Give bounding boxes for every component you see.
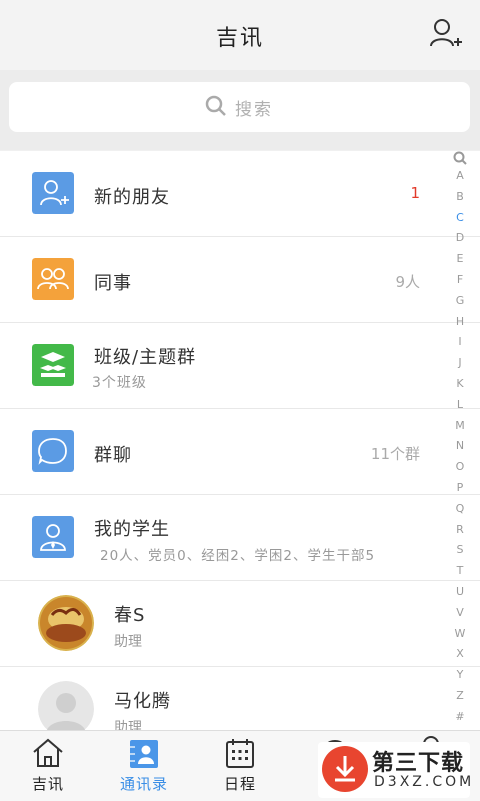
search-area: 搜索	[0, 70, 480, 150]
tab-home-label: 吉讯	[31, 775, 64, 793]
search-input[interactable]: 搜索	[9, 82, 470, 132]
index-letter[interactable]: G	[452, 291, 468, 312]
index-letter[interactable]: B	[452, 187, 468, 208]
index-letter[interactable]: V	[452, 603, 468, 624]
watermark-url: D3XZ.COM	[374, 774, 475, 790]
index-letter[interactable]: H	[452, 312, 468, 333]
index-letter[interactable]: W	[452, 624, 468, 645]
watermark-title: 第三下载	[372, 751, 465, 776]
tab-calendar-label: 日程	[223, 775, 256, 793]
page-title: 吉讯	[215, 26, 264, 51]
index-letter[interactable]: P	[452, 478, 468, 499]
class-group-row[interactable]: 班级/主题群 3个班级	[0, 323, 480, 409]
index-letter[interactable]: N	[452, 436, 468, 457]
index-letter[interactable]: C	[452, 208, 468, 229]
search-placeholder: 搜索	[235, 100, 273, 120]
class-group-label: 班级/主题群	[94, 347, 197, 368]
index-letter[interactable]: Y	[452, 665, 468, 686]
contact-role: 助理	[114, 720, 142, 730]
new-friend-icon	[32, 172, 74, 214]
contact-role: 助理	[114, 634, 142, 650]
my-students-label: 我的学生	[94, 519, 170, 540]
my-students-row[interactable]: 我的学生 20人、党员0、经困2、学困2、学生干部5	[0, 495, 480, 581]
title-bar: 吉讯	[0, 0, 480, 70]
index-letter[interactable]: S	[452, 540, 468, 561]
new-friends-row[interactable]: 新的朋友 1	[0, 151, 480, 237]
contact-name: 马化腾	[114, 691, 171, 712]
colleagues-count: 9人	[395, 273, 420, 291]
colleagues-row[interactable]: 同事 9人	[0, 237, 480, 323]
student-icon	[32, 516, 74, 558]
index-letter[interactable]: I	[452, 332, 468, 353]
index-letter[interactable]: #	[452, 707, 468, 728]
group-chat-icon	[32, 430, 74, 472]
tab-home[interactable]: 吉讯	[0, 731, 96, 801]
class-group-subtitle: 3个班级	[92, 375, 147, 391]
watermark: 第三下载 D3XZ.COM	[318, 742, 471, 798]
avatar	[38, 595, 94, 651]
index-letter[interactable]: T	[452, 561, 468, 582]
index-letter[interactable]: A	[452, 166, 468, 187]
contact-name: 春S	[114, 605, 146, 626]
my-students-subtitle: 20人、党员0、经困2、学困2、学生干部5	[100, 548, 376, 564]
index-letter[interactable]: Q	[452, 499, 468, 520]
colleagues-icon	[32, 258, 74, 300]
contact-row[interactable]: 春S 助理	[0, 581, 480, 667]
new-friends-badge: 1	[410, 184, 420, 202]
avatar	[38, 681, 94, 730]
index-letter[interactable]: J	[452, 353, 468, 374]
new-friends-label: 新的朋友	[94, 187, 170, 208]
index-letter[interactable]: Z	[452, 686, 468, 707]
download-logo-icon	[322, 746, 368, 792]
index-letter[interactable]: E	[452, 249, 468, 270]
class-group-icon	[32, 344, 74, 386]
index-letter[interactable]: X	[452, 644, 468, 665]
home-icon	[33, 738, 63, 767]
index-letter[interactable]: O	[452, 457, 468, 478]
alphabet-index[interactable]: A B C D E F G H I J K L M N O P Q R S T U V W X Y Z #	[452, 150, 468, 728]
index-letter[interactable]: L	[452, 395, 468, 416]
index-letter[interactable]: K	[452, 374, 468, 395]
group-chat-count: 11个群	[370, 445, 420, 463]
contacts-icon	[130, 740, 158, 768]
group-chat-label: 群聊	[94, 445, 132, 466]
index-letter[interactable]: M	[452, 416, 468, 437]
tab-calendar[interactable]: 日程	[192, 731, 288, 801]
index-letter[interactable]: R	[452, 520, 468, 541]
contacts-list: 新的朋友 1 同事 9人 班级/主题群 3个班级 群聊 11个群 我的学生 20…	[0, 151, 480, 730]
group-chat-row[interactable]: 群聊 11个群	[0, 409, 480, 495]
tab-contacts[interactable]: 通讯录	[96, 731, 192, 801]
tab-contacts-label: 通讯录	[119, 775, 168, 793]
calendar-icon	[226, 739, 254, 768]
add-contact-icon[interactable]	[426, 16, 462, 52]
index-letter[interactable]: D	[452, 228, 468, 249]
colleagues-label: 同事	[94, 273, 132, 294]
contact-row[interactable]: 马化腾 助理	[0, 667, 480, 730]
index-letter[interactable]: U	[452, 582, 468, 603]
index-letter[interactable]: F	[452, 270, 468, 291]
search-icon	[205, 95, 226, 116]
index-search-icon[interactable]	[453, 150, 467, 166]
